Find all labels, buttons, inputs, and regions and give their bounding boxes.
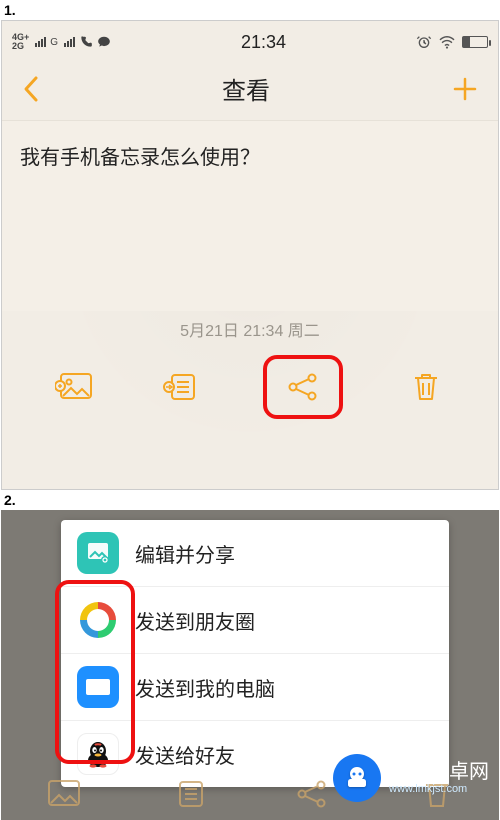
page-title: 查看 [222,71,270,106]
send-to-pc-icon [77,666,119,708]
delete-button[interactable] [404,367,448,407]
step-2-label: 2. [0,490,500,510]
note-toolbar [2,341,498,449]
screenshot-1: 4G+ 2G G 21:34 查看 [1,20,499,490]
status-left: 4G+ 2G G [12,33,111,51]
step-1-label: 1. [0,0,500,20]
share-sheet: 编辑并分享 发送到朋友圈 发送到我的电脑 发送给好友 [61,520,449,787]
wifi-icon [438,35,456,49]
bg-share-icon [290,774,334,814]
battery-icon [462,36,488,48]
bg-list-icon [166,774,210,814]
share-option-moments[interactable]: 发送到朋友圈 [61,587,449,654]
status-bar: 4G+ 2G G 21:34 [2,21,498,61]
share-option-pc[interactable]: 发送到我的电脑 [61,654,449,721]
share-option-moments-label: 发送到朋友圈 [135,606,255,635]
signal-bars-1 [35,37,46,47]
edit-share-icon [77,532,119,574]
share-option-edit[interactable]: 编辑并分享 [61,520,449,587]
status-right [416,34,488,50]
back-button[interactable] [22,75,40,103]
share-button-highlight [263,355,343,419]
add-button[interactable] [452,76,478,102]
watermark-badge-icon [333,754,381,802]
network-indicator: 4G+ 2G [12,33,29,51]
watermark-url: www.lmkjst.com [389,783,489,795]
insert-image-button[interactable] [53,367,97,407]
share-option-qq-label: 发送给好友 [135,740,235,769]
phone-icon [79,35,93,49]
bg-insert-image-icon [41,774,85,814]
wechat-moments-icon [77,599,119,641]
watermark-text: 蓝莓安卓网 www.lmkjst.com [389,761,489,795]
share-option-edit-label: 编辑并分享 [135,539,235,568]
qq-icon [77,733,119,775]
share-option-pc-label: 发送到我的电脑 [135,673,275,702]
note-timestamp: 5月21日 21:34 周二 [2,317,498,341]
net-2g: 2G [12,42,29,51]
nav-bar: 查看 [2,61,498,121]
screenshot-2: 编辑并分享 发送到朋友圈 发送到我的电脑 发送给好友 [1,510,499,820]
note-text: 我有手机备忘录怎么使用？ [20,141,480,170]
chat-icon [97,35,111,49]
status-time: 21:34 [241,32,286,53]
watermark: 蓝莓安卓网 www.lmkjst.com [333,754,489,802]
watermark-title: 蓝莓安卓网 [389,761,489,783]
alarm-icon [416,34,432,50]
list-button[interactable] [158,367,202,407]
note-content[interactable]: 我有手机备忘录怎么使用？ [2,121,498,311]
net-g: G [50,37,58,48]
share-button[interactable] [281,367,325,407]
signal-bars-2 [64,37,75,47]
